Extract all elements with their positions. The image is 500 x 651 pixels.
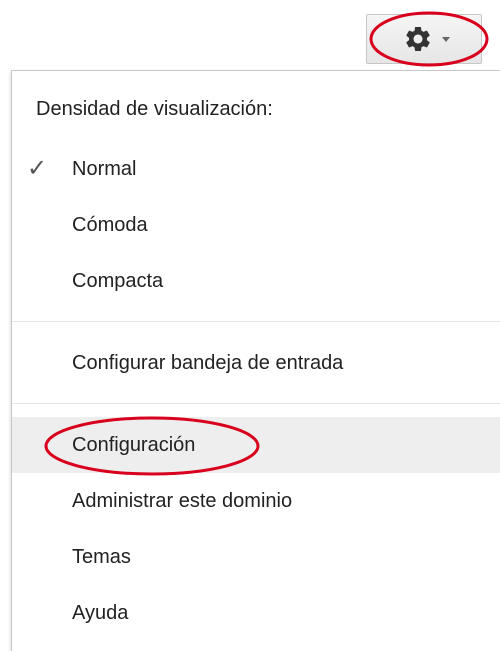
density-option-label: Compacta [72, 270, 164, 292]
settings-item[interactable]: Configuración [12, 417, 500, 473]
density-option-comfortable[interactable]: Cómoda [12, 197, 500, 253]
check-icon: ✓ [27, 155, 48, 182]
density-option-compact[interactable]: Compacta [12, 253, 500, 309]
settings-dropdown-menu: Densidad de visualización: ✓ Normal Cómo… [11, 70, 500, 651]
density-option-label: Cómoda [72, 214, 148, 236]
gear-icon [406, 26, 430, 51]
manage-domain-item[interactable]: Administrar este dominio [12, 473, 500, 529]
help-item[interactable]: Ayuda [12, 585, 500, 641]
help-label: Ayuda [72, 602, 129, 624]
density-header: Densidad de visualización: [36, 98, 273, 120]
menu-divider [12, 321, 500, 322]
page: Densidad de visualización: ✓ Normal Cómo… [0, 0, 500, 651]
themes-label: Temas [72, 546, 131, 568]
settings-item-label: Configuración [72, 434, 196, 456]
manage-domain-label: Administrar este dominio [72, 490, 293, 512]
menu-divider [12, 403, 500, 404]
themes-item[interactable]: Temas [12, 529, 500, 585]
density-option-label: Normal [72, 158, 137, 180]
density-option-normal[interactable]: ✓ Normal [12, 141, 500, 197]
chevron-down-icon [442, 37, 450, 42]
configure-inbox-item[interactable]: Configurar bandeja de entrada [12, 335, 500, 391]
settings-gear-button[interactable] [366, 14, 482, 64]
configure-inbox-label: Configurar bandeja de entrada [72, 352, 344, 374]
